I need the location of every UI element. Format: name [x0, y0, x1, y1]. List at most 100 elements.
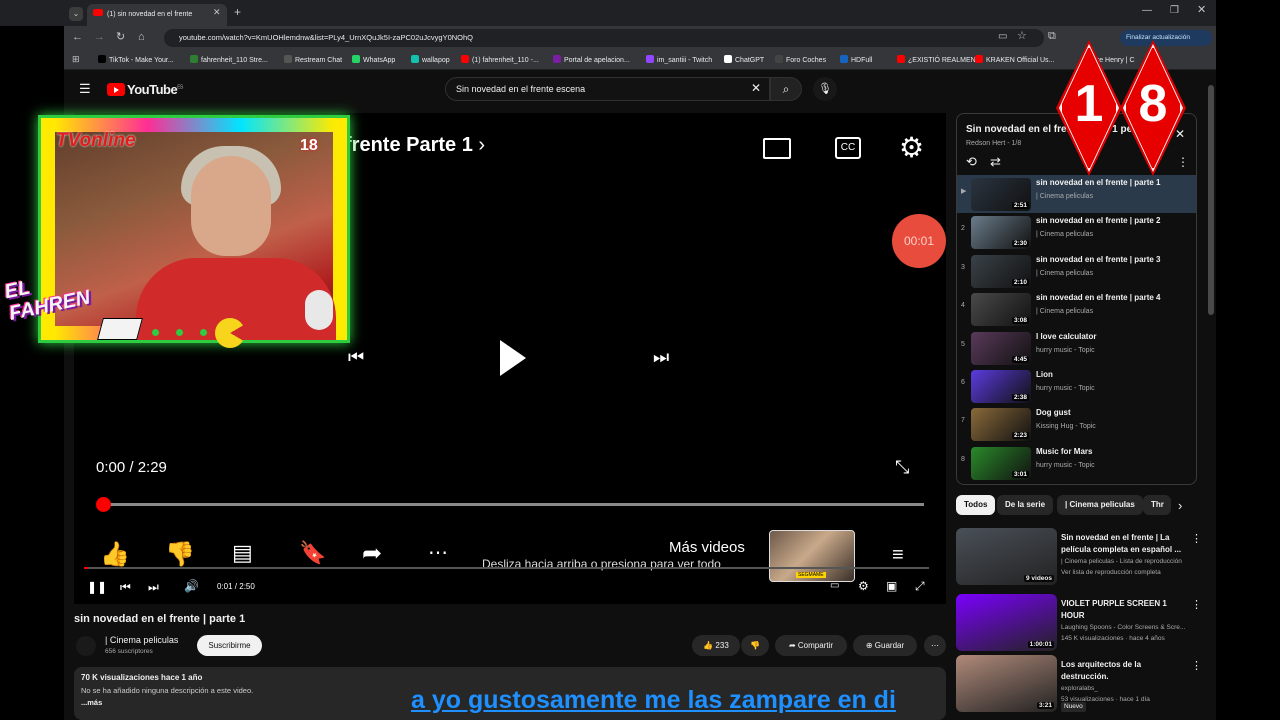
playlist-item[interactable]: 4 3:08 sin novedad en el frente | parte 4 |… [957, 290, 1196, 328]
prev-small-icon[interactable]: ⏮ [120, 581, 131, 593]
bookmark-item[interactable]: (1) fahrenheit_110 -... [461, 55, 539, 64]
bookmark-item[interactable]: im_santiii - Twitch [646, 55, 712, 64]
next-small-icon[interactable]: ⏭ [148, 581, 159, 593]
bookmark-item[interactable]: WhatsApp [352, 55, 395, 64]
like-button[interactable]: 👍 233 [692, 635, 740, 656]
subscribe-button[interactable]: Suscribirme [197, 635, 262, 656]
playlist-item-index: 6 [961, 379, 965, 386]
playlist-item[interactable]: 5 4:45 I love calculator hurry music - Topi… [957, 329, 1196, 367]
reload-icon[interactable]: ↻ [116, 32, 125, 43]
filter-chip[interactable]: De la serie [997, 495, 1054, 515]
more-dots-icon[interactable]: ⋯ [428, 543, 448, 563]
apps-icon[interactable]: ⊞ [72, 55, 80, 64]
more-videos-thumbnail[interactable]: SEGMAME [769, 530, 855, 582]
playlist-item[interactable]: ▶ 2:51 sin novedad en el frente | parte 1 |… [957, 175, 1196, 213]
bookmark-item[interactable]: wallapop [411, 55, 450, 64]
filter-chip[interactable]: | Cinema peliculas [1057, 495, 1143, 515]
play-icon[interactable] [500, 340, 526, 376]
bookmark-item[interactable]: Foro Coches [775, 55, 826, 64]
recommended-menu-icon[interactable]: ⋮ [1191, 532, 1202, 545]
minimize-icon[interactable]: — [1142, 6, 1152, 16]
save-bookmark-icon[interactable]: 🔖 [299, 542, 326, 564]
queue-icon[interactable]: ≡ [892, 545, 904, 565]
filter-chip[interactable]: Thr [1143, 495, 1171, 515]
description-more[interactable]: ...más [81, 698, 102, 707]
bookmark-item[interactable]: fahrenheit_110 Stre... [190, 55, 268, 64]
mini-progress-track[interactable] [84, 567, 929, 569]
playlist-item[interactable]: 6 2:38 Lion hurry music - Topic [957, 367, 1196, 405]
tab-active[interactable]: (1) sin novedad en el frente [87, 4, 227, 26]
subtitles-small-icon[interactable]: ▭ [830, 581, 839, 591]
search-clear-icon[interactable]: ✕ [751, 82, 761, 94]
video-title: sin novedad en el frente | parte 1 [74, 613, 246, 625]
channel-name[interactable]: | Cinema peliculas [105, 635, 178, 645]
comments-icon[interactable]: ▤ [232, 542, 253, 564]
progress-track[interactable] [104, 503, 924, 506]
more-actions-button[interactable]: ⋯ [924, 635, 946, 656]
bookmark-item[interactable]: ChatGPT [724, 55, 764, 64]
mini-progress-fill [84, 567, 88, 569]
youtube-logo[interactable]: YouTubeES [107, 82, 183, 97]
bookmark-item[interactable]: HDFull [840, 55, 872, 64]
save-button[interactable]: ⊕ Guardar [853, 635, 917, 656]
bookmark-item[interactable]: Portal de apelacion... [553, 55, 630, 64]
search-input[interactable]: Sin novedad en el frente escena [445, 77, 770, 101]
recommended-video[interactable]: 3:21 Los arquitectos de la destrucción. ex… [956, 655, 1202, 717]
bookmark-item[interactable]: Restream Chat [284, 55, 342, 64]
recommended-menu-icon[interactable]: ⋮ [1191, 659, 1202, 672]
cam-age-badge: 18 [300, 137, 318, 154]
channel-avatar[interactable] [76, 636, 96, 656]
fullscreen-icon[interactable]: ⤢ [915, 580, 925, 592]
home-icon[interactable]: ⌂ [138, 32, 145, 43]
share-button[interactable]: ➦ Compartir [775, 635, 847, 656]
cast-icon[interactable]: ▭ [998, 32, 1007, 42]
filter-chip[interactable]: Todos [956, 495, 996, 515]
more-videos-label[interactable]: Más videos [669, 539, 745, 556]
window-close-icon[interactable]: ✕ [1197, 5, 1206, 16]
tab-close-icon[interactable]: ✕ [213, 8, 221, 17]
forward-icon[interactable]: → [94, 32, 105, 43]
playlist-item[interactable]: 7 2:23 Dog gust Kissing Hug - Topic [957, 405, 1196, 443]
shuffle-icon[interactable]: ⇄ [990, 155, 1001, 168]
recommended-video[interactable]: 9 videos Sin novedad en el frente | La pe… [956, 528, 1202, 590]
exit-fullscreen-icon[interactable]: ⤡ [895, 458, 909, 476]
voice-search-button[interactable]: 🎙 [813, 77, 837, 101]
bookmark-star-icon[interactable]: ☆ [1017, 31, 1027, 42]
miniplayer-icon[interactable]: ▣ [886, 580, 897, 592]
page-scrollbar[interactable] [1208, 85, 1214, 315]
settings-gear-icon[interactable]: ⚙ [899, 134, 924, 162]
save-icon: ⊕ [865, 641, 873, 650]
chips-next-icon[interactable]: › [1178, 499, 1182, 512]
like-icon[interactable]: 👍 [100, 543, 130, 567]
back-icon[interactable]: ← [72, 32, 83, 43]
menu-icon[interactable]: ☰ [79, 82, 91, 95]
bookmark-item[interactable]: TikTok - Make Your... [98, 55, 174, 64]
recommended-menu-icon[interactable]: ⋮ [1191, 598, 1202, 611]
extensions-icon[interactable]: ⧉ [1048, 31, 1056, 42]
recommended-video[interactable]: 1:00:01 VIOLET PURPLE SCREEN 1 HOUR Laughi… [956, 594, 1202, 656]
search-button[interactable]: ⌕ [770, 77, 802, 101]
share-label: Compartir [797, 641, 834, 650]
playlist-item[interactable]: 8 3:01 Music for Mars hurry music - Topic [957, 444, 1196, 482]
next-icon[interactable]: ⏭ [653, 348, 669, 366]
bookmark-item[interactable]: KRAKEN Official Us... [975, 55, 1054, 64]
pause-icon[interactable]: ❚❚ [87, 581, 107, 593]
new-tab-icon[interactable]: + [234, 6, 241, 18]
playlist-item[interactable]: 2 2:30 sin novedad en el frente | parte 2 |… [957, 213, 1196, 251]
previous-icon[interactable]: ⏮ [348, 348, 364, 366]
restore-icon[interactable]: ❐ [1170, 6, 1179, 16]
bookmark-item[interactable]: ¿EXISTIÓ REALMEN... [897, 55, 982, 64]
dislike-icon[interactable]: 👎 [165, 543, 195, 567]
tab-search-icon[interactable]: ⌄ [69, 7, 83, 21]
volume-icon[interactable]: 🔊 [184, 580, 199, 592]
settings-small-icon[interactable]: ⚙ [858, 580, 869, 592]
player-overlay-title[interactable]: frente Parte 1 › [345, 134, 485, 157]
cast-player-icon[interactable] [763, 138, 791, 159]
url-input[interactable]: youtube.com/watch?v=KmUOHlemdnw&list=PLy… [164, 29, 1044, 47]
loop-icon[interactable]: ⟲ [966, 155, 977, 168]
captions-icon[interactable]: CC [835, 137, 861, 159]
playlist-item[interactable]: 3 2:10 sin novedad en el frente | parte 3 |… [957, 252, 1196, 290]
dislike-button[interactable]: 👎 [741, 635, 769, 656]
progress-scrubber[interactable] [96, 497, 111, 512]
share-arrow-icon[interactable]: ➦ [362, 542, 382, 566]
